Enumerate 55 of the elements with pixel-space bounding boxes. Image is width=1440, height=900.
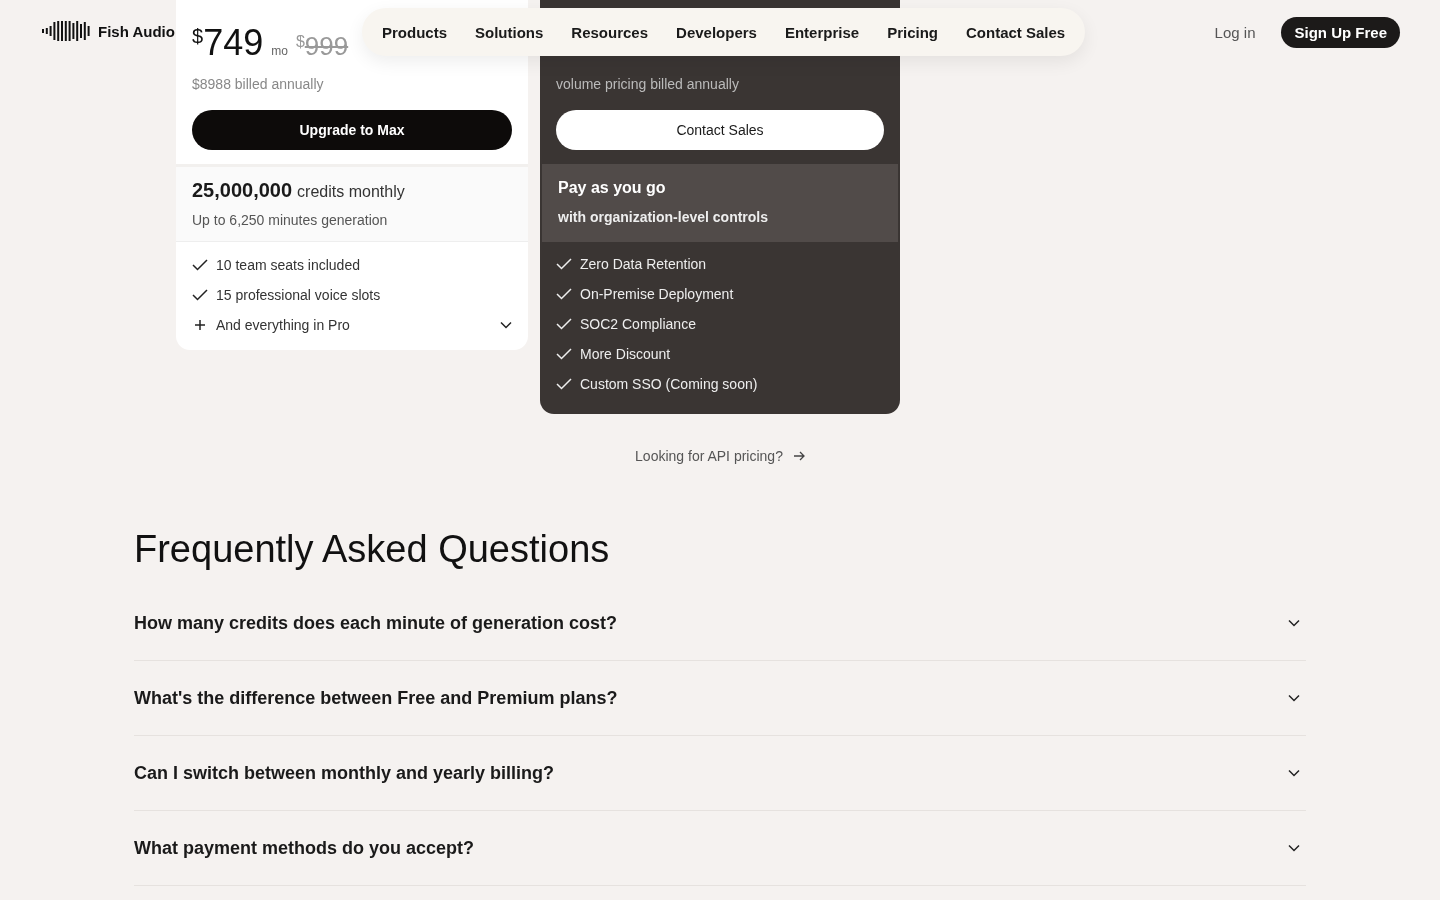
chevron-icon[interactable] (500, 321, 512, 329)
faq-title: Frequently Asked Questions (134, 527, 611, 572)
nav-link[interactable]: Enterprise (784, 23, 860, 41)
nav-link[interactable]: Products (382, 23, 447, 41)
check-icon (192, 259, 208, 271)
nav-link[interactable]: Resources (571, 23, 649, 41)
faq-item[interactable]: What payment methods do you accept? (134, 811, 1306, 886)
check-icon (556, 318, 572, 330)
faq-item[interactable]: Can I switch between monthly and yearly billing? (134, 736, 1306, 811)
price-period: mo (271, 44, 288, 58)
check-icon (556, 348, 572, 360)
feature-text: 10 team seats included (216, 257, 360, 273)
old-price: $^{$}$999 (295, 31, 349, 62)
feature-text: And everything in Pro (216, 317, 350, 333)
check-icon (192, 289, 208, 301)
faq-question: What payment methods do you accept? (134, 837, 475, 859)
feature-text: Custom SSO (Coming soon) (580, 376, 758, 392)
arrow-right-icon (792, 451, 805, 461)
highlight-title: Pay as you go (558, 178, 667, 198)
highlight-note: with organization-level controls (558, 208, 770, 226)
chevron-icon (1288, 844, 1300, 852)
logo-icon (42, 21, 90, 41)
nav-link[interactable]: Developers (676, 23, 757, 41)
contact-sales-button[interactable]: Contact Sales (556, 110, 884, 150)
credits-amount: 25,000,000 (192, 179, 293, 202)
plus-icon (192, 319, 208, 331)
feature-text: SOC2 Compliance (580, 316, 696, 332)
faq-item[interactable]: How many credits does each minute of generation cost? (134, 586, 1306, 661)
check-icon (556, 378, 572, 390)
feature-text: Zero Data Retention (580, 256, 707, 272)
feature-text: 15 professional voice slots (216, 287, 381, 303)
faq-question: How many credits does each minute of generation cost? (134, 612, 618, 634)
chevron-icon (1288, 769, 1300, 777)
feature-text: On-Premise Deployment (580, 286, 734, 302)
credits-note: Up to 6,250 minutes generation (192, 211, 389, 229)
chevron-icon (1288, 619, 1300, 627)
api-pricing-link[interactable]: Looking for API pricing? (635, 448, 783, 464)
signup-button[interactable]: Sign Up Free (1281, 17, 1400, 48)
billing-note: $8988 billed annually (192, 75, 325, 94)
price: $^{$}$749 (192, 22, 264, 64)
nav-link[interactable]: Pricing (887, 23, 938, 41)
faq-question: Can I switch between monthly and yearly billing? (134, 762, 555, 784)
brand-name[interactable]: Fish Audio (98, 22, 175, 40)
nav-link[interactable]: Solutions (475, 23, 544, 41)
chevron-icon (1288, 694, 1300, 702)
faq-question: What's the difference between Free and Premium plans? (134, 687, 618, 709)
nav-link[interactable]: Contact Sales (966, 23, 1066, 41)
feature-text: More Discount (580, 346, 671, 362)
credits-label: credits monthly (297, 183, 405, 201)
billing-note: volume pricing billed annually (556, 75, 740, 94)
faq-item[interactable]: What's the difference between Free and Premium plans? (134, 661, 1306, 736)
check-icon (556, 258, 572, 270)
check-icon (556, 288, 572, 300)
login-link[interactable]: Log in (1214, 24, 1256, 41)
upgrade-button[interactable]: Upgrade to Max (192, 110, 512, 150)
